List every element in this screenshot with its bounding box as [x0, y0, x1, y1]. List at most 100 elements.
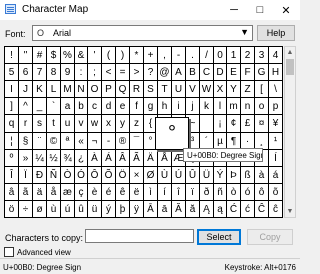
character-cell[interactable]: 9: [61, 64, 75, 81]
character-cell[interactable]: ý: [102, 201, 116, 218]
character-cell[interactable]: þ: [116, 201, 130, 218]
scrollbar-thumb[interactable]: [286, 59, 294, 75]
character-cell[interactable]: $: [47, 47, 61, 64]
character-grid[interactable]: ! " # $% & '() * +, -./0 1 2 3 4 5 6 7 8 9:; < = >? @ A B C D E F G H…: [4, 46, 283, 218]
character-cell[interactable]: V: [186, 81, 200, 98]
character-cell[interactable]: 7: [33, 64, 47, 81]
character-cell[interactable]: g: [144, 98, 158, 115]
character-cell[interactable]: ¼: [33, 150, 47, 167]
scroll-up-button[interactable]: ▲: [285, 47, 295, 58]
character-cell[interactable]: B: [186, 64, 200, 81]
character-cell[interactable]: K: [33, 81, 47, 98]
character-cell[interactable]: Ñ: [47, 167, 61, 184]
character-cell[interactable]: ]: [5, 98, 19, 115]
help-button[interactable]: Help: [257, 25, 295, 41]
character-cell[interactable]: F: [241, 64, 255, 81]
character-cell[interactable]: n: [241, 98, 255, 115]
advanced-view-checkbox[interactable]: [4, 247, 14, 257]
character-cell[interactable]: Ý: [214, 167, 227, 184]
characters-to-copy-input[interactable]: [85, 229, 194, 243]
character-cell[interactable]: Ĉ: [255, 201, 269, 218]
character-cell[interactable]: S: [144, 81, 158, 98]
character-cell[interactable]: J: [19, 81, 33, 98]
character-cell[interactable]: @: [158, 64, 172, 81]
character-cell[interactable]: ©: [47, 133, 61, 150]
character-cell[interactable]: Ą: [200, 201, 214, 218]
character-cell[interactable]: l: [214, 98, 227, 115]
character-cell[interactable]: ¢: [227, 115, 241, 133]
character-cell[interactable]: ¨: [33, 133, 47, 150]
character-cell[interactable]: ¡: [214, 115, 227, 133]
character-cell[interactable]: H: [269, 64, 283, 81]
character-cell[interactable]: ¿: [75, 150, 88, 167]
character-cell[interactable]: p: [269, 98, 283, 115]
character-cell[interactable]: m: [227, 98, 241, 115]
character-cell[interactable]: ': [88, 47, 102, 64]
character-cell[interactable]: Ā: [144, 201, 158, 218]
character-cell[interactable]: (: [102, 47, 116, 64]
character-cell[interactable]: ï: [186, 184, 200, 201]
character-cell[interactable]: Ù: [158, 167, 172, 184]
character-cell[interactable]: .: [186, 47, 200, 64]
character-cell[interactable]: á: [269, 167, 283, 184]
character-cell[interactable]: ą: [214, 201, 227, 218]
character-cell[interactable]: 5: [5, 64, 19, 81]
character-cell[interactable]: Ć: [227, 201, 241, 218]
character-cell[interactable]: d: [102, 98, 116, 115]
character-cell[interactable]: Ü: [200, 167, 214, 184]
character-cell[interactable]: Ò: [61, 167, 75, 184]
character-cell[interactable]: <: [102, 64, 116, 81]
character-cell[interactable]: ä: [33, 184, 47, 201]
character-cell[interactable]: =: [116, 64, 130, 81]
character-cell[interactable]: Õ: [102, 167, 116, 184]
character-cell[interactable]: Z: [241, 81, 255, 98]
character-cell[interactable]: ê: [116, 184, 130, 201]
character-cell[interactable]: 0: [214, 47, 227, 64]
character-cell[interactable]: b: [75, 98, 88, 115]
character-cell[interactable]: *: [130, 47, 144, 64]
character-cell[interactable]: è: [88, 184, 102, 201]
character-cell[interactable]: Â: [116, 150, 130, 167]
character-cell[interactable]: ½: [47, 150, 61, 167]
character-cell[interactable]: ă: [186, 201, 200, 218]
character-cell[interactable]: ã: [19, 184, 33, 201]
character-cell[interactable]: [200, 115, 214, 133]
character-cell[interactable]: Ó: [75, 167, 88, 184]
character-cell[interactable]: ÿ: [130, 201, 144, 218]
character-cell[interactable]: ö: [5, 201, 19, 218]
character-cell[interactable]: A: [172, 64, 186, 81]
character-cell[interactable]: û: [75, 201, 88, 218]
character-cell[interactable]: i: [172, 98, 186, 115]
character-cell[interactable]: ë: [130, 184, 144, 201]
character-cell[interactable]: ¾: [61, 150, 75, 167]
character-cell[interactable]: Û: [186, 167, 200, 184]
character-cell[interactable]: x: [102, 115, 116, 133]
character-cell[interactable]: ô: [255, 184, 269, 201]
character-cell[interactable]: í: [158, 184, 172, 201]
character-cell[interactable]: â: [5, 184, 19, 201]
character-cell[interactable]: C: [200, 64, 214, 81]
character-cell[interactable]: ^: [19, 98, 33, 115]
character-cell[interactable]: _: [33, 98, 47, 115]
character-cell[interactable]: 3: [255, 47, 269, 64]
select-button[interactable]: Select: [197, 229, 241, 245]
character-cell[interactable]: Ă: [172, 201, 186, 218]
character-cell[interactable]: v: [75, 115, 88, 133]
character-cell[interactable]: Ð: [33, 167, 47, 184]
character-cell[interactable]: z: [130, 115, 144, 133]
character-cell[interactable]: U: [172, 81, 186, 98]
character-cell[interactable]: Å: [158, 150, 172, 167]
character-cell[interactable]: Ø: [144, 167, 158, 184]
character-cell[interactable]: Y: [227, 81, 241, 98]
character-cell[interactable]: y: [116, 115, 130, 133]
character-cell[interactable]: ®: [116, 133, 130, 150]
character-cell[interactable]: k: [200, 98, 214, 115]
character-cell[interactable]: M: [61, 81, 75, 98]
character-cell[interactable]: §: [19, 133, 33, 150]
character-cell[interactable]: I: [5, 81, 19, 98]
character-cell[interactable]: 8: [47, 64, 61, 81]
character-cell[interactable]: Q: [116, 81, 130, 98]
character-cell[interactable]: ×: [130, 167, 144, 184]
character-cell[interactable]: Ú: [172, 167, 186, 184]
character-cell[interactable]: ¥: [269, 115, 283, 133]
